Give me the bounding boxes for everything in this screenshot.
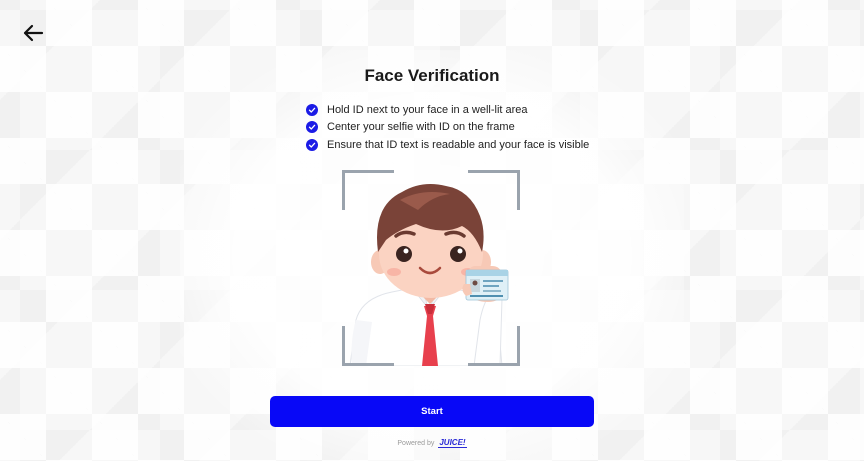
instruction-text: Ensure that ID text is readable and your… [327,138,590,151]
powered-label: Powered by [397,440,435,447]
start-button[interactable]: Start [270,396,594,427]
instruction-item: Ensure that ID text is readable and your… [306,136,589,154]
instruction-list: Hold ID next to your face in a well-lit … [306,101,589,154]
back-button[interactable] [18,20,48,46]
instruction-item: Center your selfie with ID on the frame [306,119,589,137]
instruction-text: Center your selfie with ID on the frame [327,121,515,134]
powered-by: Powered by JUICE! [0,439,864,448]
check-circle-icon [306,138,318,151]
check-circle-icon [306,103,318,116]
brand-logo: JUICE! [438,438,467,448]
instruction-text: Hold ID next to your face in a well-lit … [327,103,528,116]
arrow-left-icon [23,24,44,42]
frame-corner-top-left [342,170,394,210]
instruction-item: Hold ID next to your face in a well-lit … [306,101,589,119]
check-circle-icon [306,121,318,134]
frame-corner-bottom-left [342,326,394,366]
frame-corner-top-right [468,170,520,210]
selfie-frame [342,170,520,366]
page-title: Face Verification [364,66,500,85]
frame-corner-bottom-right [468,326,520,366]
